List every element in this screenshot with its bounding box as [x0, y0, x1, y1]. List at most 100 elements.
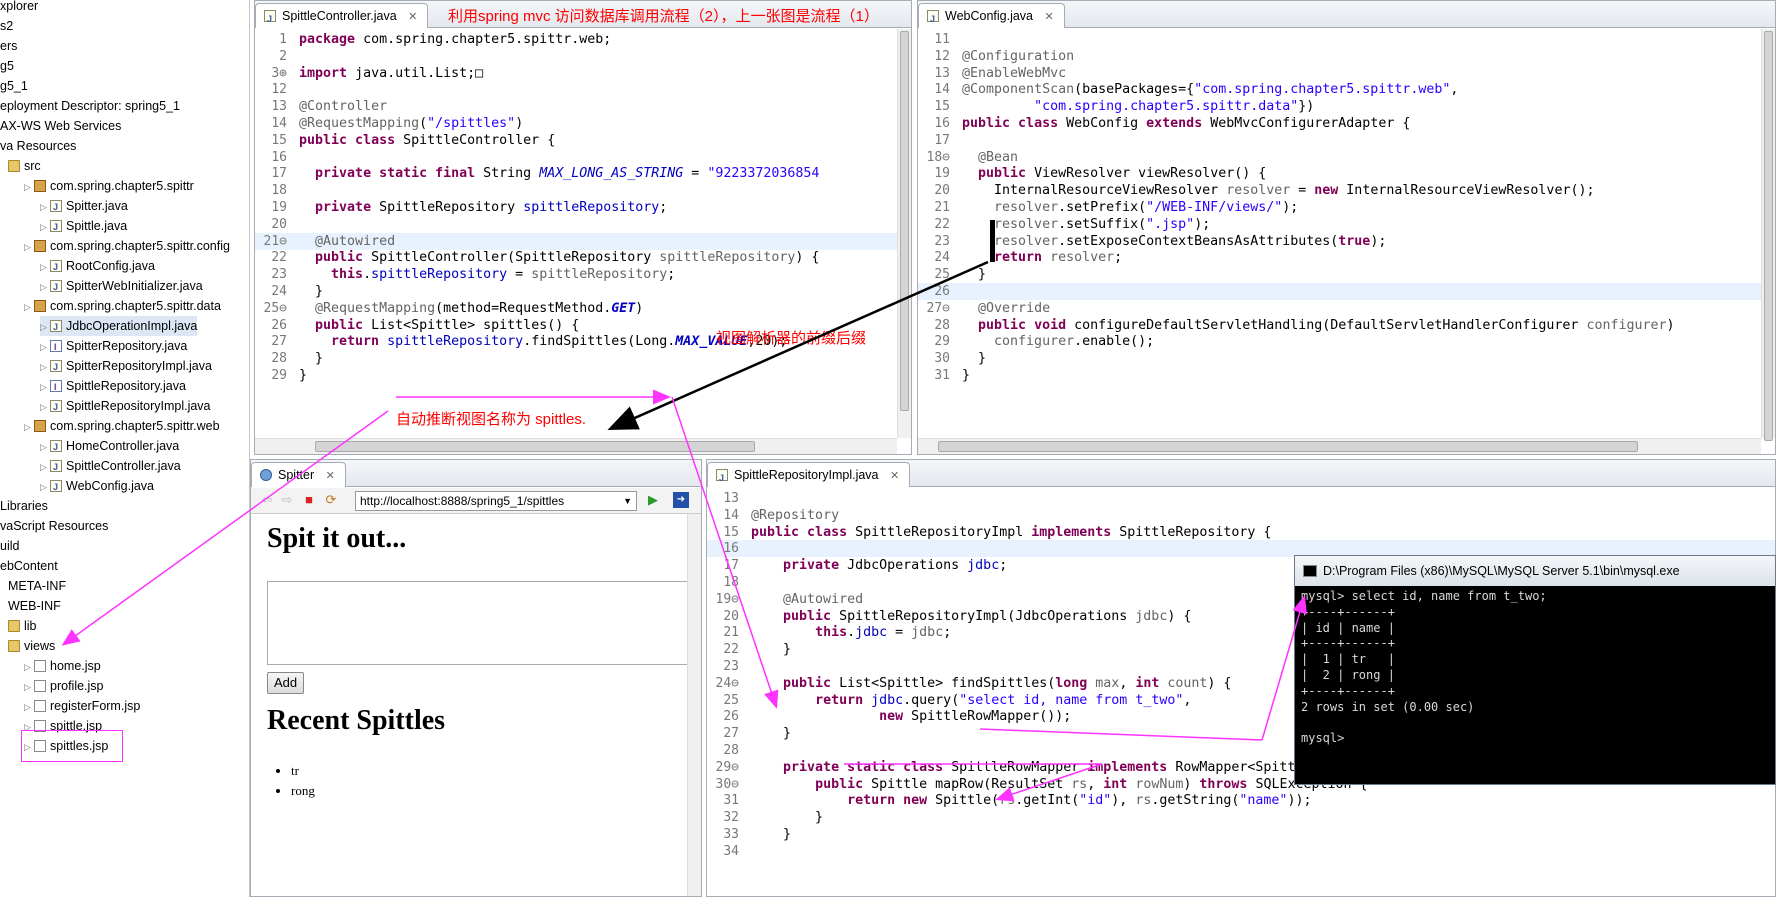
tree-item[interactable]: ▷ SpittleController.java	[40, 456, 181, 477]
code-text: return new Spittle(rs.getInt("id"), rs.g…	[847, 793, 1312, 809]
tree-item[interactable]: META-INF	[8, 576, 66, 596]
tree-item[interactable]: ▷ Spittle.java	[40, 216, 127, 237]
tree-item[interactable]: vaScript Resources	[0, 516, 108, 536]
expand-arrow-icon[interactable]: ▷	[24, 697, 34, 717]
webconfig-vertical-scrollbar[interactable]	[1761, 29, 1775, 441]
tree-item[interactable]: ▷ SpitterRepository.java	[40, 336, 187, 357]
tree-item[interactable]: WEB-INF	[8, 596, 61, 616]
code-line: 14 @ComponentScan(basePackages={"com.spr…	[918, 81, 1775, 98]
tree-item[interactable]: eployment Descriptor: spring5_1	[0, 96, 180, 116]
line-number: 30	[934, 351, 950, 367]
tab-spittle-controller[interactable]: SpittleController.java ✕	[255, 3, 429, 31]
expand-arrow-icon[interactable]: ▷	[40, 277, 50, 297]
console-titlebar[interactable]: D:\Program Files (x86)\MySQL\MySQL Serve…	[1295, 556, 1775, 586]
tree-item[interactable]: s2	[0, 16, 13, 36]
line-number: 22	[271, 250, 287, 266]
tree-item[interactable]: AX-WS Web Services	[0, 116, 121, 136]
tree-item[interactable]: Libraries	[0, 496, 48, 516]
line-number: 15	[271, 132, 287, 148]
tree-item[interactable]: ▷ com.spring.chapter5.spittr.config	[24, 236, 230, 256]
code-text: new SpittleRowMapper());	[879, 709, 1072, 725]
expand-arrow-icon[interactable]: ▷	[40, 197, 50, 217]
expand-arrow-icon[interactable]: ▷	[24, 297, 34, 317]
code-line: 11	[918, 31, 1775, 48]
tree-item[interactable]: src	[8, 156, 41, 176]
line-number: 25	[934, 267, 950, 283]
forward-arrow-icon[interactable]: ⇨	[279, 492, 295, 508]
expand-arrow-icon[interactable]: ▷	[40, 477, 50, 497]
spittle-textarea[interactable]	[267, 581, 697, 665]
expand-arrow-icon[interactable]: ▷	[24, 677, 34, 697]
go-icon[interactable]: ▶	[645, 492, 661, 508]
expand-arrow-icon[interactable]: ▷	[24, 417, 34, 437]
tree-item[interactable]: uild	[0, 536, 19, 556]
code-line: 15 "com.spring.chapter5.spittr.data"})	[918, 98, 1775, 115]
refresh-icon[interactable]: ⟳	[323, 492, 339, 508]
tree-item[interactable]: ▷ SpittleRepository.java	[40, 376, 186, 397]
tree-item[interactable]: ▷ HomeController.java	[40, 436, 179, 457]
expand-arrow-icon[interactable]: ▷	[40, 377, 50, 397]
expand-arrow-icon[interactable]: ▷	[40, 317, 50, 337]
webconfig-code[interactable]: 11 12 @Configuration 13 @EnableWebMvc 14 @…	[918, 29, 1775, 454]
java-icon	[50, 217, 62, 237]
tree-item[interactable]: ▷ SpitterRepositoryImpl.java	[40, 356, 212, 377]
controller-horizontal-scrollbar[interactable]	[255, 438, 897, 454]
tree-item[interactable]: ▷ RootConfig.java	[40, 256, 155, 277]
tree-item-label: uild	[0, 539, 20, 553]
tree-item[interactable]: lib	[8, 616, 37, 636]
tree-item[interactable]: ▷ com.spring.chapter5.spittr	[24, 176, 194, 196]
expand-arrow-icon[interactable]: ▷	[40, 337, 50, 357]
tree-item[interactable]: ▷ Spitter.java	[40, 196, 128, 217]
tree-item-label: ebContent	[0, 559, 58, 573]
tree-item[interactable]: g5_1	[0, 76, 28, 96]
tree-item[interactable]: g5	[0, 56, 14, 76]
tree-item[interactable]: views	[8, 636, 55, 656]
tree-item[interactable]: ▷ SpitterWebInitializer.java	[40, 276, 203, 297]
add-button[interactable]: Add	[267, 672, 305, 694]
line-number: 18	[723, 575, 739, 590]
close-icon[interactable]: ✕	[890, 470, 899, 482]
browser-vertical-scrollbar[interactable]	[687, 514, 701, 896]
tree-item[interactable]: ▷ SpittleRepositoryImpl.java	[40, 396, 211, 417]
expand-arrow-icon[interactable]: ▷	[40, 257, 50, 277]
tab-webconfig[interactable]: WebConfig.java ✕	[918, 3, 1065, 31]
stop-icon[interactable]: ■	[301, 492, 317, 508]
close-icon[interactable]: ✕	[326, 470, 335, 482]
tree-item[interactable]: ▷ home.jsp	[24, 656, 101, 676]
expand-arrow-icon[interactable]: ▷	[40, 357, 50, 377]
mysql-console-window[interactable]: D:\Program Files (x86)\MySQL\MySQL Serve…	[1294, 555, 1776, 785]
expand-arrow-icon[interactable]: ▷	[24, 657, 34, 677]
close-icon[interactable]: ✕	[1045, 11, 1054, 23]
tree-item[interactable]: va Resources	[0, 136, 76, 156]
tab-spittle-repository-impl[interactable]: SpittleRepositoryImpl.java ✕	[707, 462, 911, 490]
expand-arrow-icon[interactable]: ▷	[24, 237, 34, 257]
tree-item[interactable]: ▷ JdbcOperationImpl.java	[40, 316, 198, 337]
tab-spitter-browser[interactable]: Spitter ✕	[251, 462, 346, 487]
back-arrow-icon[interactable]: ⇦	[259, 492, 275, 508]
expand-arrow-icon[interactable]: ▷	[40, 457, 50, 477]
expand-arrow-icon[interactable]: ▷	[24, 177, 34, 197]
tree-item[interactable]: ▷ com.spring.chapter5.spittr.data	[24, 296, 221, 316]
expand-arrow-icon[interactable]: ▷	[40, 437, 50, 457]
controller-vertical-scrollbar[interactable]	[897, 29, 911, 438]
tree-item[interactable]: ▷ registerForm.jsp	[24, 696, 140, 716]
list-item: rong	[291, 781, 315, 801]
tree-item[interactable]: ▷ profile.jsp	[24, 676, 104, 696]
code-text: }	[743, 827, 792, 842]
close-icon[interactable]: ✕	[408, 11, 417, 23]
tree-item[interactable]: ers	[0, 36, 17, 56]
open-external-icon[interactable]: ➜	[673, 492, 689, 508]
expand-arrow-icon[interactable]: ▷	[40, 397, 50, 417]
line-number: 14	[723, 507, 739, 523]
url-input[interactable]: http://localhost:8888/spring5_1/spittles…	[355, 491, 637, 511]
tree-item[interactable]: xplorer	[0, 0, 38, 16]
expand-arrow-icon[interactable]: ▷	[40, 217, 50, 237]
chevron-down-icon[interactable]: ▼	[623, 492, 632, 510]
tree-item[interactable]: ▷ WebConfig.java	[40, 476, 154, 497]
controller-code[interactable]: 1 package com.spring.chapter5.spittr.web…	[255, 29, 911, 454]
webconfig-horizontal-scrollbar[interactable]	[918, 438, 1761, 454]
tree-item[interactable]: ▷ com.spring.chapter5.spittr.web	[24, 416, 220, 436]
tree-item[interactable]: ebContent	[0, 556, 58, 576]
